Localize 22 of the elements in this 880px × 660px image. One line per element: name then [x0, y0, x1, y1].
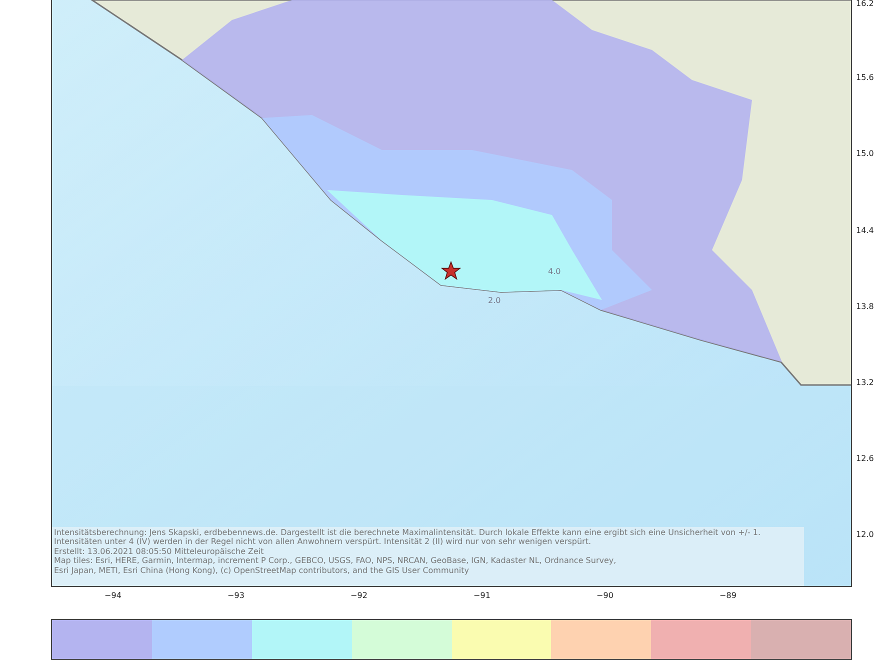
x-axis-tick-label: −94: [104, 592, 122, 600]
x-axis-tick-label: −89: [720, 592, 736, 600]
y-axis-tick-label: 15.0: [856, 150, 874, 158]
contour-label: 4.0: [548, 268, 561, 276]
attribution-line: Esri Japan, METI, Esri China (Hong Kong), (c) OpenStreetMap contributors, and the GIS User Community: [54, 566, 470, 576]
attribution-line: Intensitäten unter 4 (IV) werden in der Regel nicht von allen Anwohnern verspürt. Intensität 2 (II) wird nur von sehr wenigen verspürt.: [54, 537, 592, 547]
y-axis-tick-label: 13.2: [856, 379, 874, 387]
contour-label: 2.0: [488, 297, 501, 305]
y-axis-tick-label: 12.0: [856, 531, 874, 540]
attribution-line: Map tiles: Esri, HERE, Garmin, Intermap, increment P Corp., GEBCO, USGS, FAO, NPS, NRCAN, GeoBase, IGN, Kadaster NL, Ordnance Survey,: [54, 556, 618, 566]
x-axis-tick-label: −92: [350, 592, 368, 600]
attribution-line: Erstellt: 13.06.2021 08:05:50 Mitteleuropäische Zeit: [54, 546, 265, 556]
x-axis-tick-label: −91: [474, 592, 490, 600]
x-axis-tick-label: −90: [596, 592, 614, 600]
star-icon: [441, 261, 461, 281]
attribution-line: Intensitätsberechnung: Jens Skapski, erdbebennews.de. Dargestellt ist die berechnete Maximalintensität. Durch lokale Effekte kann eine ergibt sich eine Unsicherheit von +/- 1.: [54, 528, 762, 538]
y-axis-tick-label: 16.2: [856, 0, 874, 8]
y-axis-tick-label: 15.6: [856, 74, 874, 82]
y-axis-tick-label: 13.8: [856, 302, 874, 311]
x-axis-tick-label: −93: [228, 592, 244, 600]
y-axis-tick-label: 14.4: [856, 226, 874, 235]
y-axis-tick-label: 12.6: [856, 455, 874, 464]
